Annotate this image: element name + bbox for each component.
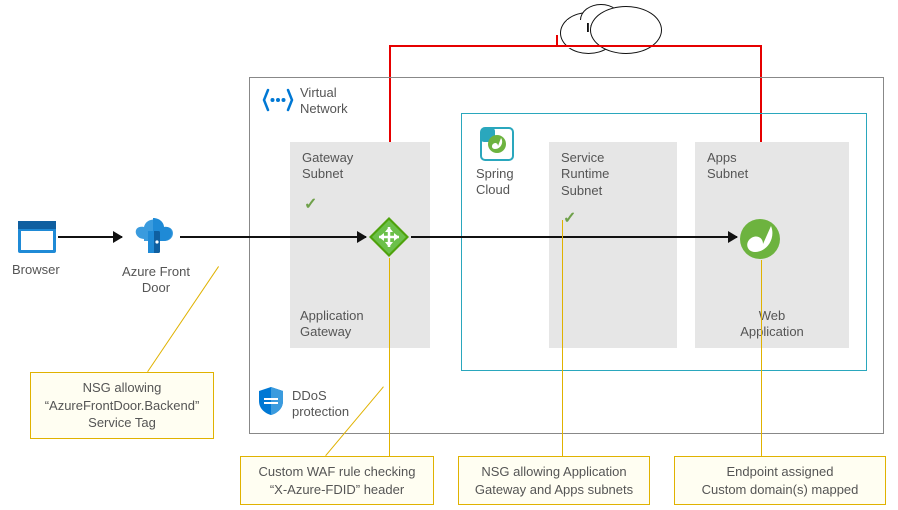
annot-nsg-frontdoor: NSG allowing “AzureFrontDoor.Backend” Se… bbox=[30, 372, 214, 439]
virtual-network-icon bbox=[262, 86, 294, 114]
browser-label: Browser bbox=[12, 262, 60, 278]
runtime-subnet-box: Service Runtime Subnet ✓ bbox=[549, 142, 677, 348]
ddos-shield-icon bbox=[258, 386, 284, 416]
front-door-label: Azure FrontDoor bbox=[120, 264, 192, 297]
spring-cloud-label: SpringCloud bbox=[476, 166, 514, 199]
spring-leaf-icon bbox=[739, 218, 781, 260]
annot-waf-rule: Custom WAF rule checking “X-Azure-FDID” … bbox=[240, 456, 434, 505]
vnet-label: VirtualNetwork bbox=[300, 85, 348, 118]
flow-arrow bbox=[411, 236, 737, 238]
checkmark-icon: ✓ bbox=[563, 208, 576, 228]
browser-icon bbox=[16, 217, 58, 259]
spring-cloud-icon bbox=[479, 126, 515, 162]
annot-endpoint: Endpoint assigned Custom domain(s) mappe… bbox=[674, 456, 886, 505]
application-gateway-icon bbox=[368, 216, 410, 258]
ddos-label: DDoSprotection bbox=[292, 388, 349, 421]
checkmark-icon: ✓ bbox=[304, 194, 317, 214]
azure-front-door-icon bbox=[128, 211, 178, 261]
flow-arrow bbox=[180, 236, 366, 238]
flow-arrow bbox=[58, 236, 122, 238]
annot-nsg-subnets: NSG allowing Application Gateway and App… bbox=[458, 456, 650, 505]
internet-label: Internet bbox=[555, 20, 665, 35]
